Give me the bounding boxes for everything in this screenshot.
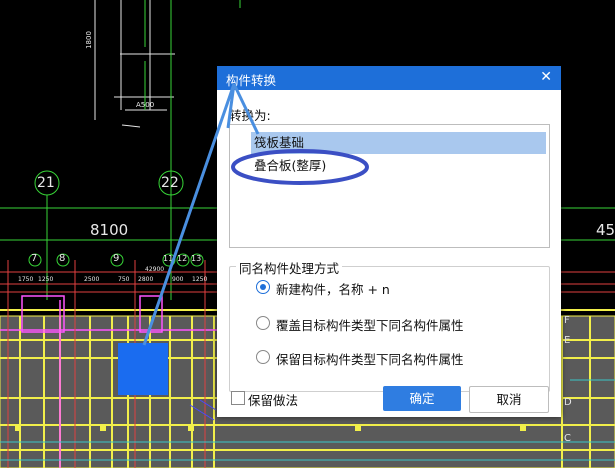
axis-label: 7 — [31, 253, 38, 264]
axis-label: 21 — [37, 175, 55, 191]
keep-method-checkbox[interactable] — [231, 391, 245, 405]
axis-label: 9 — [113, 253, 120, 264]
close-icon[interactable]: ✕ — [540, 69, 552, 85]
axis-label: 8 — [59, 253, 66, 264]
dim-label: 1250 — [38, 276, 54, 283]
axis-label: F — [564, 315, 570, 326]
ok-button[interactable]: 确定 — [383, 386, 461, 411]
keep-method-label[interactable]: 保留做法 — [248, 390, 298, 409]
dialog-titlebar[interactable]: 构件转换 ✕ — [217, 66, 561, 90]
list-item-raft-foundation[interactable]: 筏板基础 — [251, 132, 546, 154]
dim-label: 900 — [172, 276, 184, 283]
axis-label: D — [564, 397, 572, 408]
convert-to-label: 转换为: — [229, 108, 271, 123]
dim-label: 1250 — [192, 276, 208, 283]
dim-label: 1800 — [84, 31, 93, 49]
same-name-handling-group: 同名构件处理方式 新建构件，名称 + n 覆盖目标构件类型下同名构件属性 保留目… — [229, 258, 550, 392]
dim-label: A500 — [136, 101, 155, 109]
axis-label: C — [564, 433, 571, 444]
radio-label[interactable]: 保留目标构件类型下同名构件属性 — [276, 349, 464, 368]
dim-label: 2800 — [138, 276, 154, 283]
axis-label: E — [564, 335, 571, 346]
list-item-composite-slab[interactable]: 叠合板(整厚) — [251, 155, 326, 177]
radio-new-component[interactable] — [256, 280, 270, 294]
axis-label: 12 — [177, 254, 188, 263]
target-type-list[interactable]: 筏板基础 叠合板(整厚) — [229, 124, 550, 248]
axis-label: 11 — [163, 254, 174, 263]
radio-label[interactable]: 覆盖目标构件类型下同名构件属性 — [276, 315, 464, 334]
dim-label: 42900 — [145, 266, 165, 273]
radio-label[interactable]: 新建构件，名称 + n — [276, 279, 390, 298]
dialog-title: 构件转换 — [226, 73, 277, 88]
cancel-button[interactable]: 取消 — [469, 386, 549, 413]
axis-label: 13 — [191, 254, 202, 263]
dim-label: 8100 — [90, 221, 129, 239]
group-title: 同名构件处理方式 — [236, 258, 343, 277]
dim-label: 4500 — [596, 221, 615, 239]
dim-label: 750 — [118, 276, 130, 283]
radio-overwrite[interactable] — [256, 316, 270, 330]
dim-label: 1750 — [18, 276, 34, 283]
axis-label: 22 — [161, 175, 179, 191]
dim-label: 2500 — [84, 276, 100, 283]
radio-keep[interactable] — [256, 350, 270, 364]
convert-component-dialog: 构件转换 ✕ 转换为: 筏板基础 叠合板(整厚) 同名构件处理方式 新建构件，名… — [217, 66, 561, 417]
